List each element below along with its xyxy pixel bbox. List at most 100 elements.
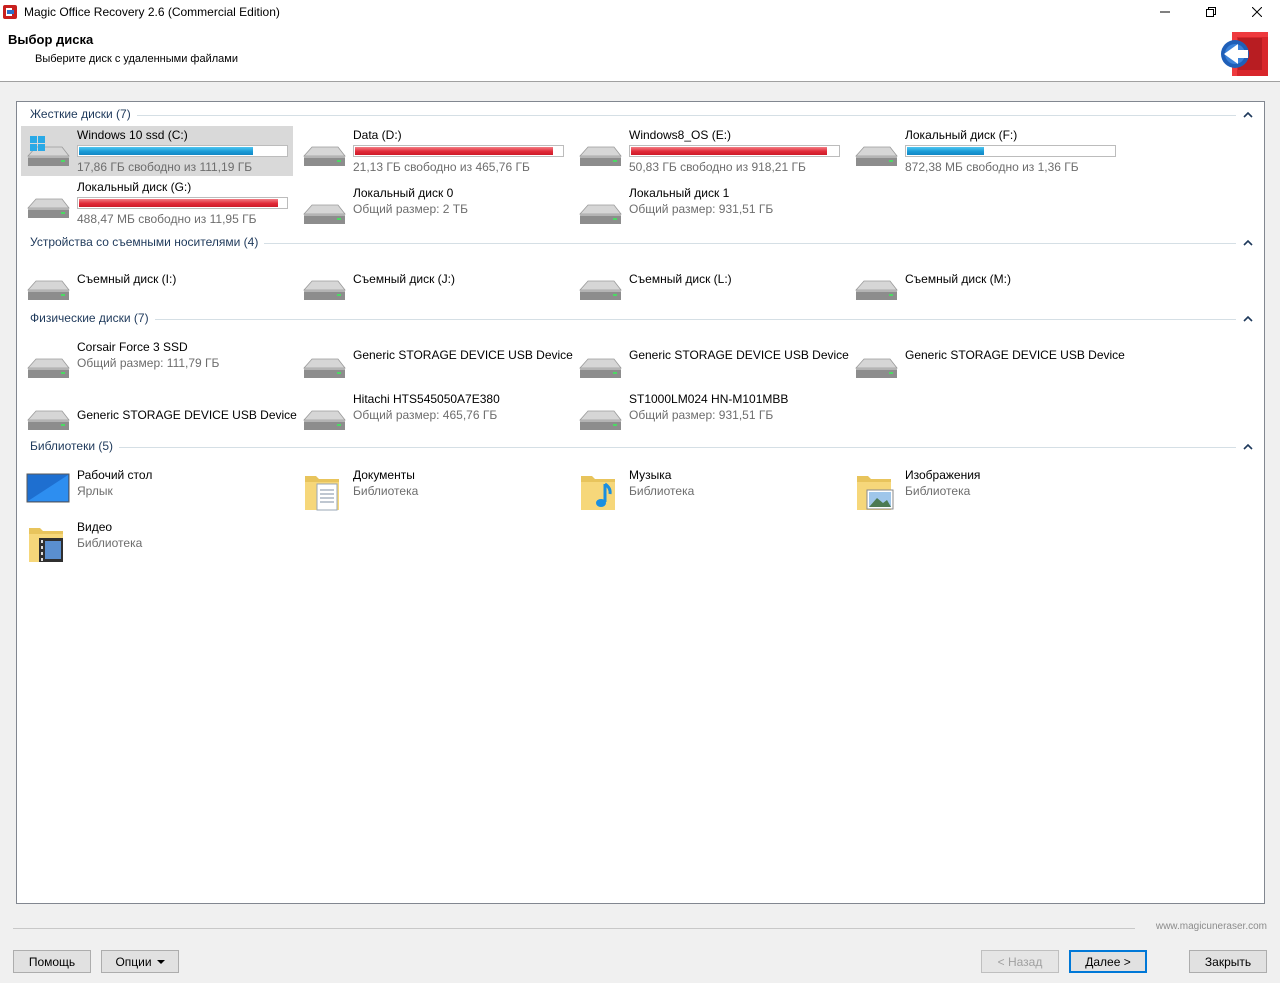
- help-button[interactable]: Помощь: [13, 950, 91, 973]
- removable-disk-item[interactable]: Съемный диск (J:): [297, 262, 569, 312]
- hard-disks-group-header[interactable]: Жесткие диски (7): [17, 107, 1264, 123]
- hard-drive-icon: [577, 192, 623, 232]
- collapse-chevron-up-icon[interactable]: [1242, 109, 1254, 121]
- magic-office-logo-icon: [1221, 32, 1268, 76]
- footer-divider: [13, 928, 1135, 929]
- hard-drive-icon: [853, 346, 899, 386]
- physical-disk-item[interactable]: Corsair Force 3 SSD Общий размер: 111,79 …: [21, 338, 293, 388]
- item-details: Библиотека: [353, 484, 419, 498]
- item-name: Видео: [77, 520, 113, 534]
- removable-disk-item[interactable]: Съемный диск (M:): [849, 262, 1121, 312]
- library-item[interactable]: Видео Библиотека: [21, 518, 293, 568]
- physical-disk-item[interactable]: Generic STORAGE DEVICE USB Device: [573, 338, 849, 388]
- hard-disk-item[interactable]: Локальный диск 1 Общий размер: 931,51 ГБ: [573, 184, 845, 234]
- app-icon[interactable]: [3, 4, 19, 20]
- wizard-header: Выбор диска Выберите диск с удаленными ф…: [0, 24, 1280, 82]
- page-title: Выбор диска: [8, 32, 94, 47]
- website-url[interactable]: www.magicuneraser.com: [1156, 921, 1267, 932]
- removable-disk-item[interactable]: Съемный диск (I:): [21, 262, 293, 312]
- hard-drive-icon: [301, 268, 347, 308]
- item-name: Съемный диск (M:): [905, 272, 1011, 286]
- item-name: Generic STORAGE DEVICE USB Device: [905, 348, 1125, 362]
- dropdown-caret-icon: [156, 959, 165, 964]
- next-button[interactable]: Далее >: [1069, 950, 1147, 973]
- hard-drive-icon: [577, 268, 623, 308]
- hard-drive-icon: [853, 134, 899, 174]
- item-details: Библиотека: [77, 536, 143, 550]
- music-folder-icon: [577, 470, 623, 510]
- item-details: Библиотека: [905, 484, 971, 498]
- item-details: Библиотека: [629, 484, 695, 498]
- item-details: Общий размер: 111,79 ГБ: [77, 356, 220, 370]
- hard-disks-group-title: Жесткие диски (7): [30, 107, 137, 121]
- hard-drive-icon: [25, 268, 71, 308]
- hard-disk-item[interactable]: Локальный диск 0 Общий размер: 2 ТБ: [297, 184, 569, 234]
- item-details: 488,47 МБ свободно из 11,95 ГБ: [77, 212, 257, 226]
- removable-group-header[interactable]: Устройства со съемными носителями (4): [17, 235, 1264, 251]
- item-name: Локальный диск 1: [629, 186, 730, 200]
- desktop-icon: [25, 470, 71, 510]
- close-icon: [1252, 7, 1262, 17]
- collapse-chevron-up-icon[interactable]: [1242, 441, 1254, 453]
- library-item[interactable]: Рабочий стол Ярлык: [21, 466, 293, 516]
- physical-disk-item[interactable]: Generic STORAGE DEVICE USB Device: [297, 338, 573, 388]
- item-name: Съемный диск (L:): [629, 272, 732, 286]
- item-name: Локальный диск 0: [353, 186, 454, 200]
- options-button[interactable]: Опции: [101, 950, 179, 973]
- hard-drive-icon: [577, 134, 623, 174]
- back-button[interactable]: < Назад: [981, 950, 1059, 973]
- physical-disk-item[interactable]: ST1000LM024 HN-M101MBB Общий размер: 931,…: [573, 390, 845, 440]
- close-button[interactable]: Закрыть: [1189, 950, 1267, 973]
- item-name: Рабочий стол: [77, 468, 153, 482]
- item-details: Общий размер: 465,76 ГБ: [353, 408, 498, 422]
- libraries-group-header[interactable]: Библиотеки (5): [17, 439, 1264, 455]
- item-name: Локальный диск (G:): [77, 180, 192, 194]
- hard-disk-item[interactable]: Windows 10 ssd (C:) 17,86 ГБ свободно из …: [21, 126, 293, 176]
- item-name: Windows 10 ssd (C:): [77, 128, 188, 142]
- hard-disk-item[interactable]: Data (D:) 21,13 ГБ свободно из 465,76 ГБ: [297, 126, 569, 176]
- hard-disk-item[interactable]: Локальный диск (G:) 488,47 МБ свободно из…: [21, 178, 293, 228]
- collapse-chevron-up-icon[interactable]: [1242, 237, 1254, 249]
- item-name: Документы: [353, 468, 415, 482]
- hard-drive-icon: [25, 346, 71, 386]
- title-bar: Magic Office Recovery 2.6 (Commercial Ed…: [0, 0, 1280, 24]
- physical-disks-group-title: Физические диски (7): [30, 311, 155, 325]
- physical-disk-item[interactable]: Generic STORAGE DEVICE USB Device: [21, 390, 297, 440]
- hard-drive-icon: [853, 268, 899, 308]
- physical-disk-item[interactable]: Generic STORAGE DEVICE USB Device: [849, 338, 1125, 388]
- hard-drive-icon: [577, 346, 623, 386]
- physical-disks-group-header[interactable]: Физические диски (7): [17, 311, 1264, 327]
- hard-drive-icon: [301, 134, 347, 174]
- library-item[interactable]: Изображения Библиотека: [849, 466, 1121, 516]
- disk-list-panel[interactable]: Жесткие диски (7) Windows 10 ssd (C:) 17,8…: [16, 101, 1265, 904]
- item-details: Общий размер: 931,51 ГБ: [629, 202, 774, 216]
- item-details: Общий размер: 931,51 ГБ: [629, 408, 774, 422]
- restore-icon: [1206, 7, 1216, 17]
- item-details: 50,83 ГБ свободно из 918,21 ГБ: [629, 160, 806, 174]
- hard-drive-icon: [301, 192, 347, 232]
- disk-usage-fill: [79, 147, 253, 155]
- library-item[interactable]: Документы Библиотека: [297, 466, 569, 516]
- item-name: Corsair Force 3 SSD: [77, 340, 188, 354]
- hard-disk-item[interactable]: Windows8_OS (E:) 50,83 ГБ свободно из 918…: [573, 126, 845, 176]
- item-name: Generic STORAGE DEVICE USB Device: [629, 348, 849, 362]
- close-window-button[interactable]: [1234, 0, 1280, 24]
- minimize-button[interactable]: [1142, 0, 1188, 24]
- group-divider: [30, 447, 1236, 448]
- hard-disk-item[interactable]: Локальный диск (F:) 872,38 МБ свободно из…: [849, 126, 1121, 176]
- item-name: Съемный диск (I:): [77, 272, 177, 286]
- disk-usage-bar: [905, 145, 1116, 157]
- physical-disk-item[interactable]: Hitachi HTS545050A7E380 Общий размер: 465…: [297, 390, 569, 440]
- removable-disk-item[interactable]: Съемный диск (L:): [573, 262, 845, 312]
- disk-usage-fill: [907, 147, 984, 155]
- removable-group-title: Устройства со съемными носителями (4): [30, 235, 265, 249]
- minimize-icon: [1160, 11, 1170, 13]
- documents-folder-icon: [301, 470, 347, 511]
- item-name: Музыка: [629, 468, 672, 482]
- item-name: Windows8_OS (E:): [629, 128, 732, 142]
- restore-button[interactable]: [1188, 0, 1234, 24]
- window-title: Magic Office Recovery 2.6 (Commercial Ed…: [24, 5, 280, 19]
- collapse-chevron-up-icon[interactable]: [1242, 313, 1254, 325]
- library-item[interactable]: Музыка Библиотека: [573, 466, 845, 516]
- disk-usage-bar: [629, 145, 840, 157]
